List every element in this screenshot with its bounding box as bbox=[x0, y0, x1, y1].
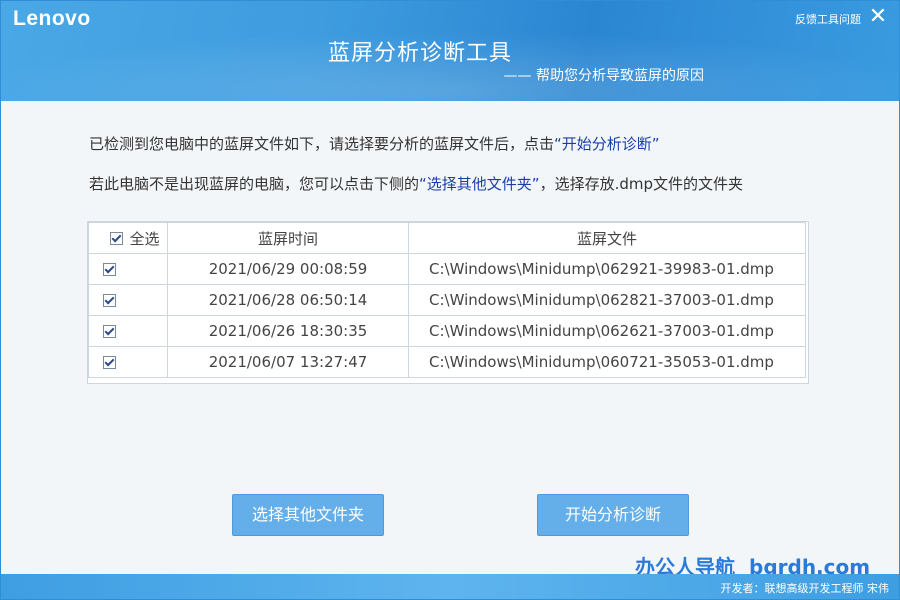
instruction-line-1: 已检测到您电脑中的蓝屏文件如下，请选择要分析的蓝屏文件后，点击“开始分析诊断” bbox=[89, 133, 660, 154]
row-checkbox[interactable] bbox=[103, 263, 116, 276]
column-header-time: 蓝屏时间 bbox=[167, 222, 409, 254]
instruction-text: ，选择存放.dmp文件的文件夹 bbox=[539, 175, 743, 193]
table-row[interactable]: 2021/06/28 06:50:14 C:\Windows\Minidump\… bbox=[88, 284, 806, 316]
row-checkbox-cell[interactable] bbox=[88, 253, 168, 285]
close-icon[interactable]: ✕ bbox=[867, 6, 889, 28]
table-row[interactable]: 2021/06/07 13:27:47 C:\Windows\Minidump\… bbox=[88, 346, 806, 378]
select-all-cell[interactable]: 全选 bbox=[88, 222, 168, 254]
row-checkbox[interactable] bbox=[103, 356, 116, 369]
row-time: 2021/06/26 18:30:35 bbox=[167, 315, 409, 347]
row-checkbox-cell[interactable] bbox=[88, 315, 168, 347]
footer-bar: 开发者：联想高级开发工程师 宋伟 bbox=[1, 574, 899, 599]
start-analysis-button[interactable]: 开始分析诊断 bbox=[537, 494, 689, 536]
instruction-text: 已检测到您电脑中的蓝屏文件如下，请选择要分析的蓝屏文件后，点击 bbox=[89, 135, 555, 153]
select-other-folder-button[interactable]: 选择其他文件夹 bbox=[232, 494, 384, 536]
dump-file-table: 全选 蓝屏时间 蓝屏文件 2021/06/29 00:08:59 C:\Wind… bbox=[87, 221, 809, 384]
row-time: 2021/06/07 13:27:47 bbox=[167, 346, 409, 378]
row-time: 2021/06/28 06:50:14 bbox=[167, 284, 409, 316]
row-file: C:\Windows\Minidump\062621-37003-01.dmp bbox=[408, 315, 806, 347]
app-title: 蓝屏分析诊断工具 bbox=[327, 41, 512, 66]
instruction-quote-start: “开始分析诊断” bbox=[554, 135, 660, 153]
row-checkbox-cell[interactable] bbox=[88, 346, 168, 378]
row-file: C:\Windows\Minidump\062821-37003-01.dmp bbox=[408, 284, 806, 316]
row-file: C:\Windows\Minidump\060721-35053-01.dmp bbox=[408, 346, 806, 378]
app-window: Lenovo 反馈工具问题 ✕ 蓝屏分析诊断工具 —— 帮助您分析导致蓝屏的原因… bbox=[0, 0, 900, 600]
developer-credit: 开发者：联想高级开发工程师 宋伟 bbox=[720, 582, 890, 595]
table-row[interactable]: 2021/06/26 18:30:35 C:\Windows\Minidump\… bbox=[88, 315, 806, 347]
lenovo-logo: Lenovo bbox=[13, 7, 91, 30]
table-header-row: 全选 蓝屏时间 蓝屏文件 bbox=[88, 222, 806, 254]
row-file: C:\Windows\Minidump\062921-39983-01.dmp bbox=[408, 253, 806, 285]
row-checkbox[interactable] bbox=[103, 294, 116, 307]
app-subtitle: —— 帮助您分析导致蓝屏的原因 bbox=[503, 68, 704, 84]
instruction-quote-folder: “选择其他文件夹” bbox=[419, 175, 540, 193]
feedback-link[interactable]: 反馈工具问题 bbox=[795, 11, 861, 27]
row-checkbox-cell[interactable] bbox=[88, 284, 168, 316]
instruction-text: 若此电脑不是出现蓝屏的电脑，您可以点击下侧的 bbox=[89, 175, 420, 193]
row-time: 2021/06/29 00:08:59 bbox=[167, 253, 409, 285]
column-header-file: 蓝屏文件 bbox=[408, 222, 806, 254]
table-row[interactable]: 2021/06/29 00:08:59 C:\Windows\Minidump\… bbox=[88, 253, 806, 285]
select-all-label: 全选 bbox=[129, 229, 160, 248]
select-all-checkbox[interactable] bbox=[110, 231, 124, 245]
header-banner: Lenovo 反馈工具问题 ✕ 蓝屏分析诊断工具 —— 帮助您分析导致蓝屏的原因 bbox=[1, 1, 899, 101]
row-checkbox[interactable] bbox=[103, 325, 116, 338]
instruction-line-2: 若此电脑不是出现蓝屏的电脑，您可以点击下侧的“选择其他文件夹”，选择存放.dmp… bbox=[89, 173, 743, 194]
